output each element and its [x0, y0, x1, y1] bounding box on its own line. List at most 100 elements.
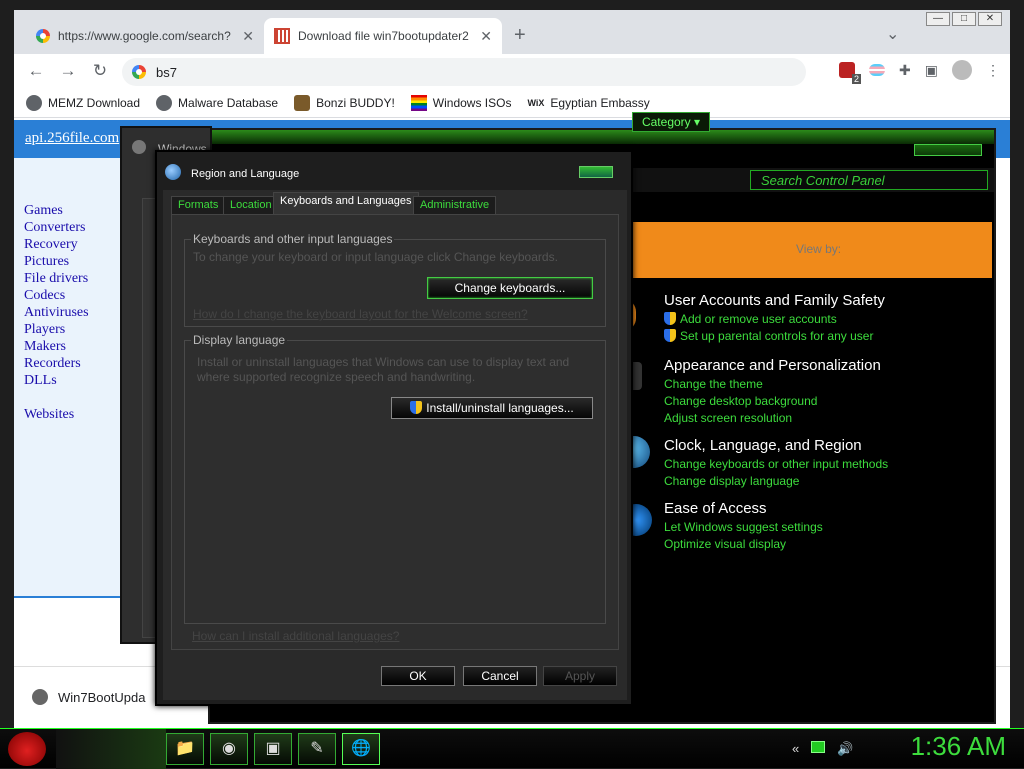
- reload-button[interactable]: ↻: [84, 61, 116, 81]
- change-background-link[interactable]: Change desktop background: [664, 393, 881, 410]
- bookmark-bonzi[interactable]: Bonzi BUDDY!: [294, 94, 395, 111]
- rainbow-flag-icon: [410, 94, 427, 111]
- nav-link[interactable]: Players: [24, 321, 89, 338]
- bookmark-label: Egyptian Embassy: [550, 95, 650, 110]
- group-description: To change your keyboard or input languag…: [193, 250, 558, 264]
- ublock-extension-icon[interactable]: 2: [839, 62, 862, 84]
- minimize-button[interactable]: —: [926, 12, 950, 26]
- maximize-button[interactable]: □: [952, 12, 976, 26]
- nav-link-websites[interactable]: Websites: [24, 406, 89, 423]
- puzzle-extensions-icon[interactable]: ✚: [899, 62, 911, 79]
- change-theme-link[interactable]: Change the theme: [664, 376, 881, 393]
- tab-formats[interactable]: Formats: [171, 196, 226, 214]
- section-title[interactable]: User Accounts and Family Safety: [664, 292, 885, 309]
- download-item[interactable]: Win7BootUpda: [32, 689, 145, 705]
- bookmark-malware-database[interactable]: Malware Database: [156, 94, 279, 111]
- bookmark-memz[interactable]: MEMZ Download: [26, 94, 141, 111]
- profile-avatar[interactable]: [952, 60, 972, 80]
- bookmarks-bar: MEMZ Download Malware Database Bonzi BUD…: [14, 88, 1010, 118]
- install-uninstall-languages-button[interactable]: Install/uninstall languages...: [391, 397, 593, 419]
- nav-link[interactable]: Pictures: [24, 253, 89, 270]
- window-caption-buttons[interactable]: [914, 144, 982, 156]
- chrome-taskbar-icon[interactable]: ◉: [210, 733, 248, 765]
- nav-link[interactable]: DLLs: [24, 372, 89, 389]
- section-title[interactable]: Clock, Language, and Region: [664, 437, 888, 454]
- nav-link[interactable]: Antiviruses: [24, 304, 89, 321]
- new-tab-button[interactable]: +: [514, 24, 526, 47]
- bookmark-label: Windows ISOs: [432, 95, 512, 110]
- add-remove-accounts-link[interactable]: Add or remove user accounts: [664, 311, 885, 328]
- bookmark-windows-isos[interactable]: Windows ISOs: [410, 94, 512, 111]
- flag-extension-icon[interactable]: [869, 64, 886, 76]
- cancel-button[interactable]: Cancel: [463, 666, 537, 686]
- nav-link[interactable]: Codecs: [24, 287, 89, 304]
- bookmark-label: Malware Database: [178, 95, 279, 110]
- globe-icon: [156, 94, 173, 111]
- taskbar: 📁 ◉ ▣ ✎ 🌐 « 🔊 1:36 AM: [0, 728, 1024, 769]
- nav-link[interactable]: Makers: [24, 338, 89, 355]
- section-appearance: Appearance and Personalization Change th…: [664, 357, 881, 427]
- close-window-button[interactable]: ✕: [978, 12, 1002, 26]
- install-additional-languages-link[interactable]: How can I install additional languages?: [192, 629, 399, 643]
- region-language-dialog: Region and Language Formats Location Key…: [155, 150, 633, 706]
- nav-link[interactable]: Recorders: [24, 355, 89, 372]
- nav-link[interactable]: Games: [24, 202, 89, 219]
- tab-google-search[interactable]: https://www.google.com/search? ✕: [26, 18, 264, 54]
- section-user-accounts: User Accounts and Family Safety Add or r…: [664, 292, 885, 345]
- section-ease-of-access: Ease of Access Let Windows suggest setti…: [664, 500, 823, 553]
- file-explorer-taskbar-icon[interactable]: 📁: [166, 733, 204, 765]
- apply-button[interactable]: Apply: [543, 666, 617, 686]
- taskbar-clock[interactable]: 1:36 AM: [911, 731, 1006, 762]
- view-by-dropdown[interactable]: Category ▾: [632, 112, 710, 132]
- side-panel-icon[interactable]: ▣: [925, 62, 938, 79]
- welcome-screen-help-link[interactable]: How do I change the keyboard layout for …: [193, 307, 528, 321]
- bookmark-label: MEMZ Download: [48, 95, 141, 110]
- dialog-body: Formats Location Keyboards and Languages…: [163, 190, 627, 700]
- ok-button[interactable]: OK: [381, 666, 455, 686]
- change-display-language-link[interactable]: Change display language: [664, 473, 888, 490]
- uac-shield-icon: [664, 312, 676, 325]
- region-language-taskbar-icon[interactable]: 🌐: [342, 733, 380, 765]
- google-icon: [132, 65, 146, 79]
- browser-toolbar: ← → ↻ bs7 2 ✚ ▣ ⋮: [14, 54, 1010, 88]
- suggest-settings-link[interactable]: Let Windows suggest settings: [664, 519, 823, 536]
- parental-controls-link[interactable]: Set up parental controls for any user: [664, 328, 885, 345]
- volume-icon[interactable]: 🔊: [837, 741, 853, 757]
- button-label: Install/uninstall languages...: [426, 401, 574, 415]
- forward-button[interactable]: →: [52, 61, 84, 81]
- search-control-panel-input[interactable]: Search Control Panel: [750, 170, 988, 190]
- close-tab-icon[interactable]: ✕: [242, 28, 254, 45]
- paint-taskbar-icon[interactable]: ✎: [298, 733, 336, 765]
- bookmark-egyptian-embassy[interactable]: WiX Egyptian Embassy: [527, 96, 649, 110]
- windows-taskbar-icon[interactable]: ▣: [254, 733, 292, 765]
- nav-link[interactable]: Recovery: [24, 236, 89, 253]
- change-keyboards-link[interactable]: Change keyboards or other input methods: [664, 456, 888, 473]
- change-keyboards-button[interactable]: Change keyboards...: [427, 277, 593, 299]
- uac-shield-icon: [410, 401, 423, 414]
- network-icon[interactable]: [811, 741, 826, 753]
- section-title[interactable]: Appearance and Personalization: [664, 357, 881, 374]
- tab-strip: https://www.google.com/search? ✕ Downloa…: [14, 10, 1010, 54]
- tab-keyboards-and-languages[interactable]: Keyboards and Languages: [273, 192, 419, 214]
- adjust-resolution-link[interactable]: Adjust screen resolution: [664, 410, 881, 427]
- show-hidden-icons-icon[interactable]: «: [792, 741, 799, 757]
- link-label: Set up parental controls for any user: [680, 329, 874, 343]
- close-dialog-button[interactable]: [579, 166, 613, 178]
- tab-search-icon[interactable]: ⌄: [886, 24, 899, 44]
- address-bar[interactable]: bs7: [122, 58, 806, 86]
- tab-location[interactable]: Location: [223, 196, 279, 214]
- site-home-link[interactable]: api.256file.com: [25, 130, 119, 147]
- nav-link[interactable]: File drivers: [24, 270, 89, 287]
- close-tab-icon[interactable]: ✕: [480, 28, 492, 45]
- group-description-line2: where supported recognize speech and han…: [197, 370, 476, 384]
- nav-link[interactable]: Converters: [24, 219, 89, 236]
- dialog-title: Region and Language: [191, 168, 300, 180]
- menu-kebab-icon[interactable]: ⋮: [986, 62, 1000, 79]
- optimize-display-link[interactable]: Optimize visual display: [664, 536, 823, 553]
- tab-download-file[interactable]: Download file win7bootupdater2 ✕: [264, 18, 502, 54]
- section-title[interactable]: Ease of Access: [664, 500, 823, 517]
- tab-administrative[interactable]: Administrative: [413, 196, 497, 214]
- dialog-icon: [132, 140, 146, 154]
- start-button-angry-bird-icon[interactable]: [8, 732, 46, 766]
- back-button[interactable]: ←: [20, 61, 52, 81]
